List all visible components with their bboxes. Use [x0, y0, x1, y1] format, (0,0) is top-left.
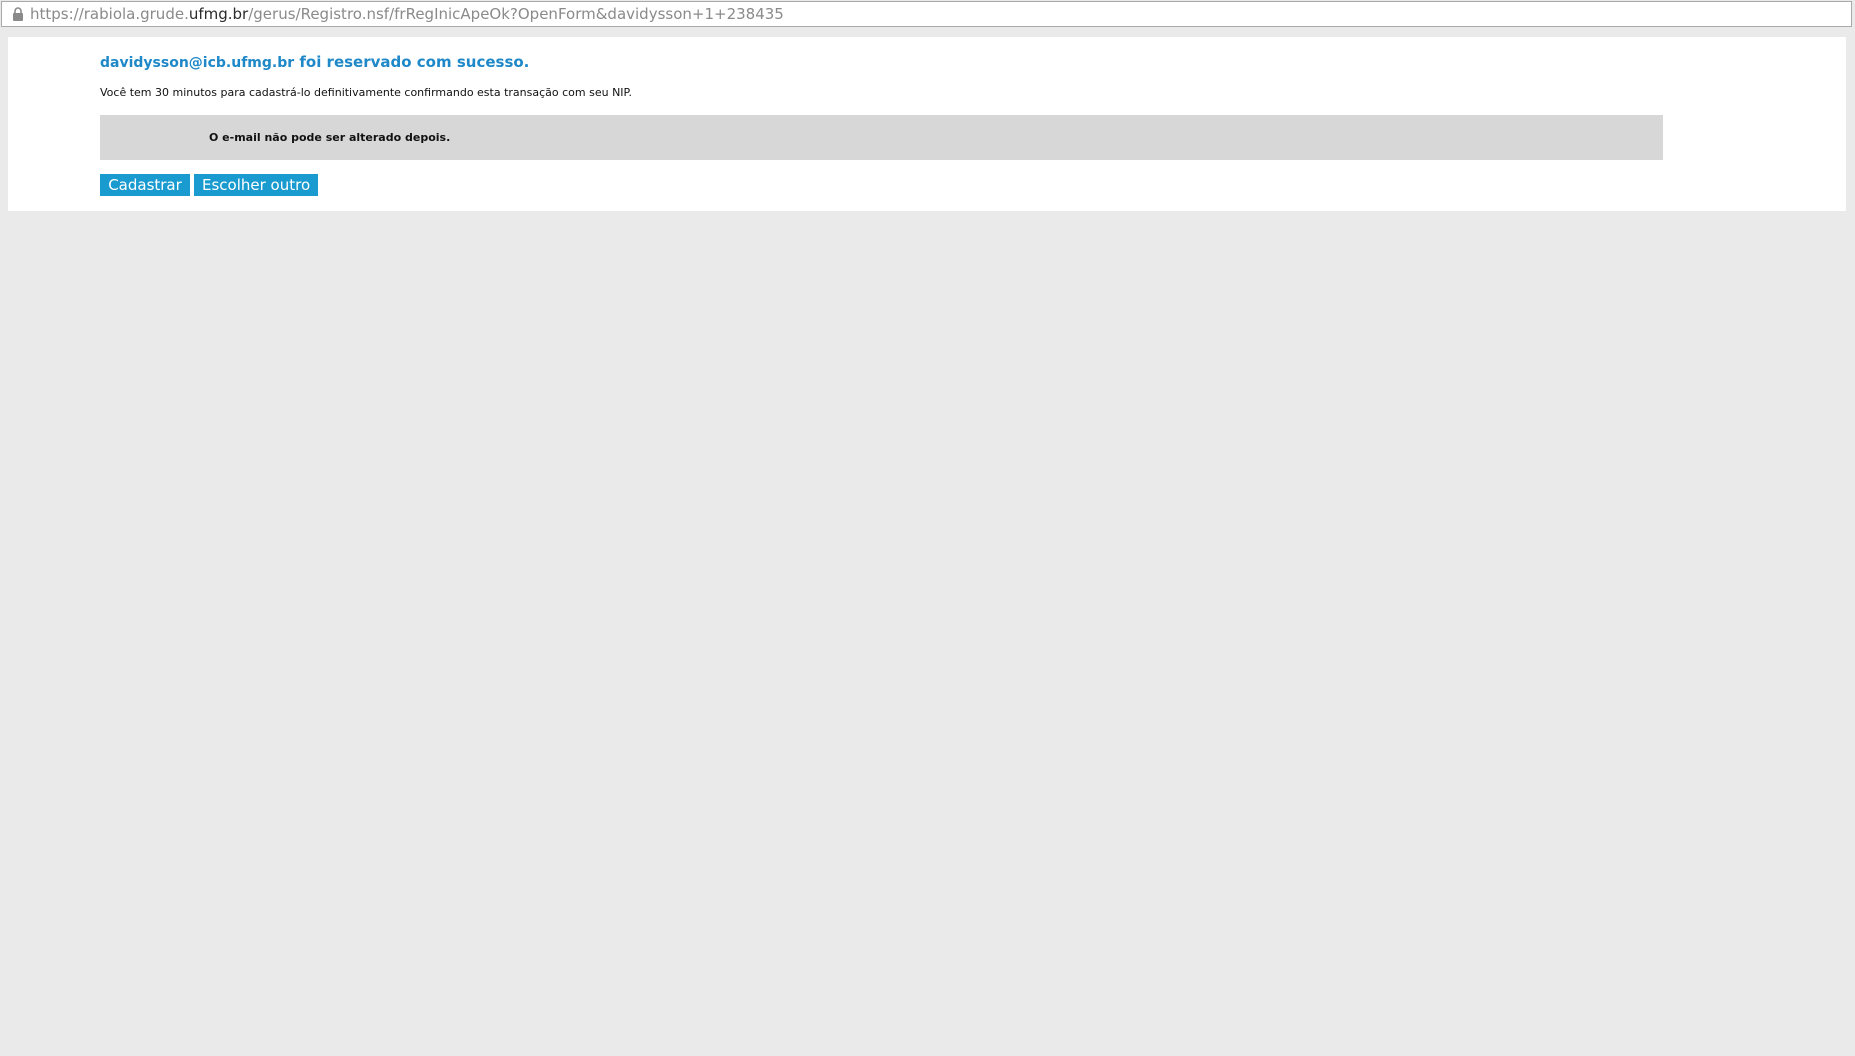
title-status: foi reservado com sucesso. [294, 53, 530, 71]
title-email: davidysson@icb.ufmg.br [100, 55, 295, 71]
content-panel: davidysson@icb.ufmg.br foi reservado com… [8, 37, 1846, 211]
page-title: davidysson@icb.ufmg.br foi reservado com… [100, 52, 529, 71]
address-bar[interactable]: https://rabiola.grude. ufmg.br/gerus/Regi… [1, 1, 1852, 27]
url-path: /gerus/Registro.nsf/frRegInicApeOk?OpenF… [248, 5, 784, 23]
notice-box: O e-mail não pode ser alterado depois. [100, 115, 1663, 160]
url-prefix: https://rabiola.grude. [30, 5, 189, 23]
url-domain: ufmg.br [188, 5, 249, 23]
lock-icon [12, 7, 24, 21]
cadastrar-button[interactable]: Cadastrar [100, 174, 190, 196]
escolher-outro-button[interactable]: Escolher outro [194, 174, 318, 196]
instruction-text: Você tem 30 minutos para cadastrá-lo def… [100, 86, 632, 99]
notice-text: O e-mail não pode ser alterado depois. [209, 131, 451, 144]
